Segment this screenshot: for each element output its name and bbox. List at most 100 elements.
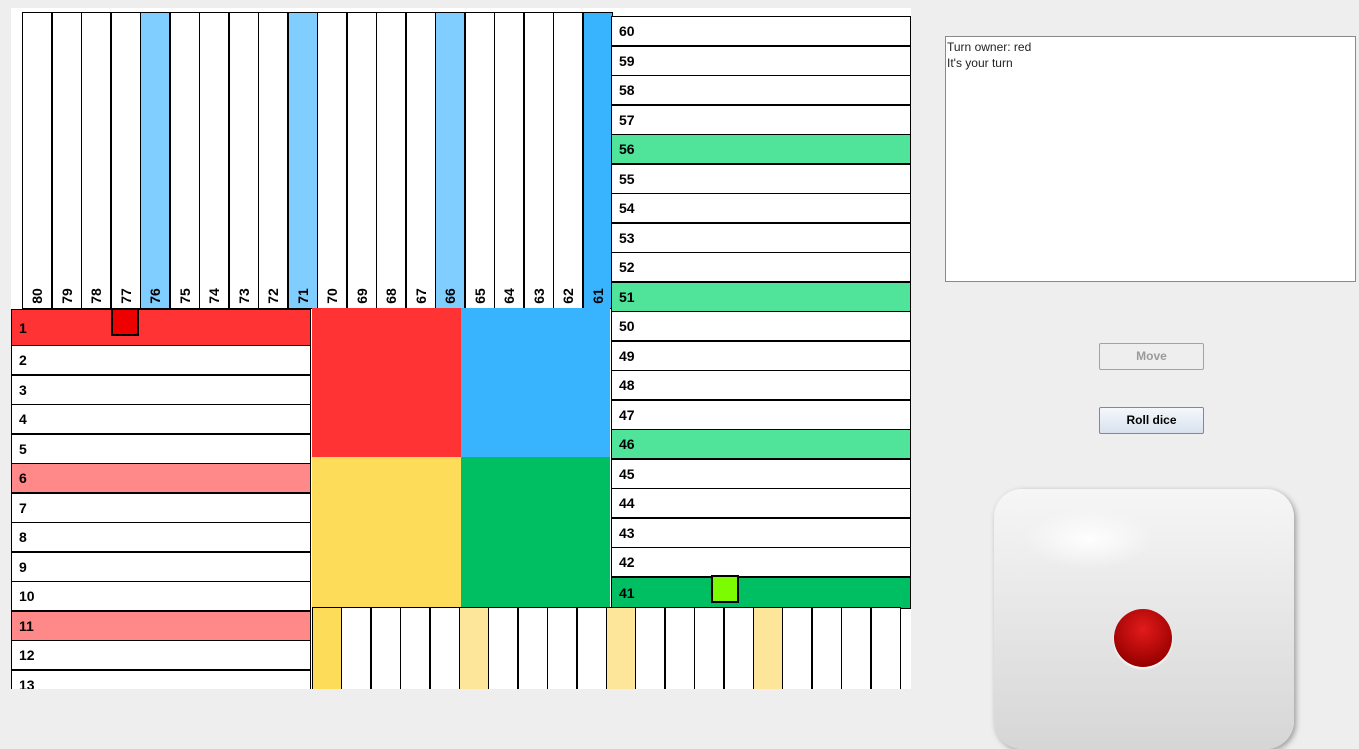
track-square[interactable]: 63 (523, 12, 554, 309)
track-square[interactable]: 56 (611, 134, 911, 164)
square-number: 67 (412, 288, 429, 304)
track-square[interactable]: 60 (611, 16, 911, 46)
track-square[interactable]: 58 (611, 75, 911, 105)
track-square[interactable]: 72 (258, 12, 288, 309)
track-square[interactable] (635, 607, 666, 689)
track-square[interactable]: 67 (405, 12, 436, 309)
track-square[interactable]: 44 (611, 488, 911, 518)
track-square[interactable] (459, 607, 489, 689)
track-square[interactable]: 10 (11, 581, 311, 611)
track-square[interactable]: 68 (376, 12, 406, 309)
track-square[interactable]: 46 (611, 429, 911, 459)
track-square[interactable]: 5 (11, 433, 311, 464)
track-square[interactable] (517, 607, 548, 689)
track-square[interactable]: 43 (611, 517, 911, 548)
track-square[interactable]: 64 (494, 12, 524, 309)
track-square[interactable]: 11 (11, 610, 311, 641)
track-square[interactable] (723, 607, 754, 689)
track-square[interactable]: 48 (611, 370, 911, 400)
track-square[interactable]: 51 (611, 281, 911, 312)
track-square[interactable]: 59 (611, 45, 911, 76)
square-number: 64 (501, 288, 517, 304)
track-square[interactable]: 77 (110, 12, 141, 309)
track-square[interactable]: 73 (228, 12, 259, 309)
track-square[interactable]: 1 (11, 309, 311, 346)
track-square[interactable]: 75 (169, 12, 200, 309)
track-square[interactable]: 79 (51, 12, 82, 309)
track-square[interactable]: 61 (582, 12, 613, 309)
square-number: 13 (19, 676, 35, 690)
track-square[interactable] (429, 607, 460, 689)
track-square[interactable] (606, 607, 636, 689)
track-square[interactable] (576, 607, 607, 689)
track-square[interactable] (753, 607, 783, 689)
track-square[interactable]: 70 (317, 12, 347, 309)
square-number: 63 (530, 288, 547, 304)
track-square[interactable]: 76 (140, 12, 170, 309)
track-square[interactable]: 54 (611, 193, 911, 223)
square-number: 3 (19, 381, 27, 398)
track-square[interactable]: 7 (11, 492, 311, 523)
track-square[interactable]: 53 (611, 222, 911, 253)
track-square[interactable]: 57 (611, 104, 911, 135)
track-square[interactable] (811, 607, 842, 689)
track-square[interactable]: 66 (435, 12, 465, 309)
track-square[interactable]: 49 (611, 340, 911, 371)
dice[interactable] (994, 489, 1294, 749)
track-square[interactable]: 3 (11, 374, 311, 405)
square-number: 75 (176, 288, 193, 304)
track-square[interactable] (841, 607, 872, 689)
track-square[interactable]: 78 (81, 12, 111, 309)
square-number: 47 (619, 406, 635, 423)
game-log: Turn owner: red It's your turn (945, 36, 1356, 282)
square-number: 6 (19, 470, 27, 486)
track-square[interactable]: 71 (287, 12, 318, 309)
square-number: 7 (19, 499, 27, 516)
track-square[interactable]: 41 (611, 576, 911, 609)
track-square[interactable]: 9 (11, 551, 311, 582)
track-square[interactable]: 13 (11, 669, 311, 690)
track-square[interactable]: 45 (611, 458, 911, 489)
square-number: 50 (619, 318, 635, 334)
track-square[interactable]: 8 (11, 522, 311, 552)
track-square[interactable]: 50 (611, 311, 911, 341)
square-number: 71 (294, 288, 311, 304)
track-square[interactable] (782, 607, 813, 689)
square-number: 48 (619, 377, 635, 393)
square-number: 74 (206, 288, 222, 304)
track-square[interactable]: 42 (611, 547, 911, 577)
track-square[interactable]: 65 (464, 12, 495, 309)
blue-home-quadrant (461, 308, 610, 457)
log-line-turn-owner: Turn owner: red (947, 40, 1032, 54)
track-square[interactable] (664, 607, 695, 689)
track-square[interactable]: 12 (11, 640, 311, 670)
square-number: 44 (619, 495, 635, 511)
track-square[interactable] (694, 607, 725, 689)
square-number: 43 (619, 524, 635, 541)
track-square[interactable] (488, 607, 519, 689)
square-number: 60 (619, 23, 635, 39)
green-home-quadrant (461, 457, 610, 607)
track-square[interactable]: 47 (611, 399, 911, 430)
track-square[interactable] (400, 607, 431, 689)
square-number: 12 (19, 647, 35, 663)
track-square[interactable]: 55 (611, 163, 911, 194)
track-square[interactable] (312, 607, 342, 689)
track-square[interactable] (341, 607, 372, 689)
track-square[interactable]: 74 (199, 12, 229, 309)
green-piece[interactable] (711, 575, 739, 603)
track-square[interactable]: 2 (11, 345, 311, 375)
track-square[interactable] (547, 607, 578, 689)
track-square[interactable] (370, 607, 401, 689)
roll-dice-button[interactable]: Roll dice (1099, 407, 1204, 434)
track-square[interactable]: 6 (11, 463, 311, 493)
square-number: 59 (619, 52, 635, 69)
red-piece[interactable] (111, 308, 139, 336)
track-square[interactable]: 62 (553, 12, 583, 309)
track-square[interactable] (870, 607, 901, 689)
move-button[interactable]: Move (1099, 343, 1204, 370)
track-square[interactable]: 69 (346, 12, 377, 309)
track-square[interactable]: 80 (22, 12, 52, 309)
track-square[interactable]: 4 (11, 404, 311, 434)
track-square[interactable]: 52 (611, 252, 911, 282)
